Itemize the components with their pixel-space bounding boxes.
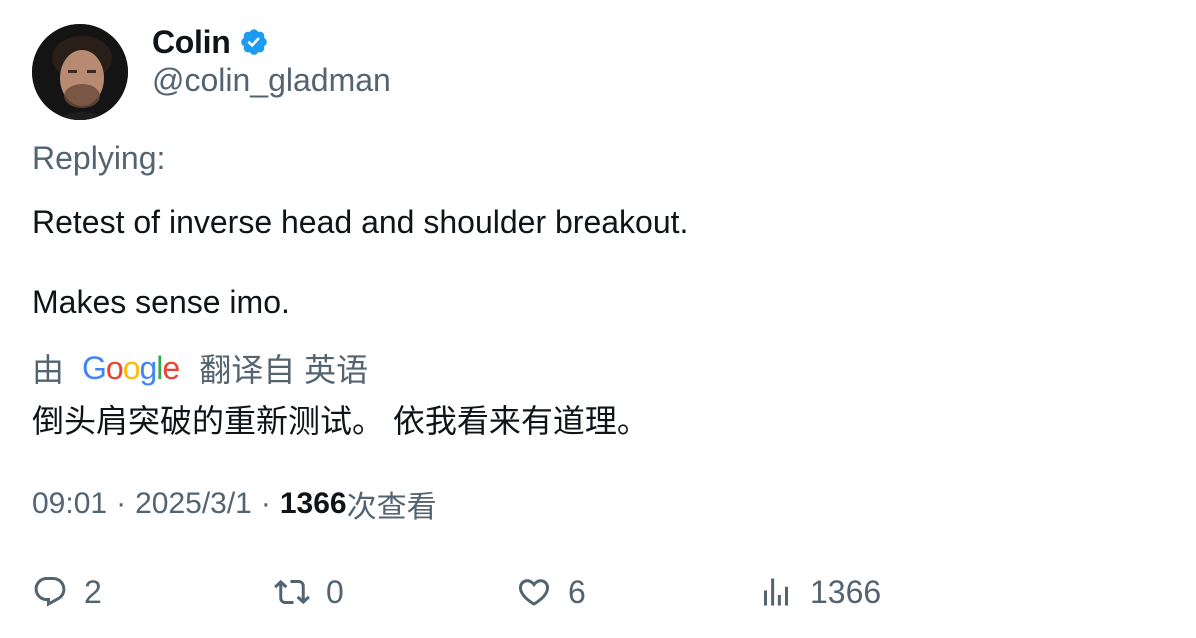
reply-count: 2 bbox=[84, 573, 102, 610]
replying-label: Replying: bbox=[32, 140, 166, 176]
analytics-icon bbox=[758, 574, 794, 610]
meta-separator: · bbox=[116, 487, 127, 520]
tweet-time[interactable]: 09:01 bbox=[32, 487, 107, 521]
reply-button[interactable]: 2 bbox=[32, 570, 102, 614]
reply-icon bbox=[32, 574, 68, 610]
translation-by-label: 由 bbox=[32, 352, 65, 388]
author-handle[interactable]: @colin_gladman bbox=[152, 62, 391, 99]
author-name-row: Colin bbox=[152, 22, 269, 62]
retweet-button[interactable]: 0 bbox=[274, 570, 344, 614]
tweet-text-line: Makes sense imo. bbox=[32, 284, 290, 320]
like-button[interactable]: 6 bbox=[516, 570, 586, 614]
action-bar: 2 0 6 1366 bbox=[32, 570, 1164, 614]
meta-views-label: 次查看 bbox=[346, 491, 437, 524]
tweet-meta: 09:01 · 2025/3/1 · 1366 次查看 bbox=[32, 484, 437, 524]
tweet-text: Retest of inverse head and shoulder brea… bbox=[32, 202, 688, 322]
avatar[interactable] bbox=[32, 24, 128, 120]
avatar-image bbox=[32, 24, 128, 120]
retweet-count: 0 bbox=[326, 573, 344, 610]
like-count: 6 bbox=[568, 573, 586, 610]
translation-attribution: 由 Google 翻译自 英语 bbox=[32, 348, 369, 389]
heart-icon bbox=[516, 574, 552, 610]
views-button[interactable]: 1366 bbox=[758, 570, 881, 614]
verified-badge-icon bbox=[239, 27, 269, 57]
translated-text: 倒头肩突破的重新测试。 依我看来有道理。 bbox=[32, 403, 649, 439]
translated-from-label: 翻译自 英语 bbox=[199, 352, 369, 388]
meta-separator: · bbox=[260, 487, 271, 520]
tweet-date[interactable]: 2025/3/1 bbox=[135, 487, 252, 521]
author-display-name[interactable]: Colin bbox=[152, 24, 231, 61]
meta-views-count: 1366 bbox=[279, 487, 347, 520]
retweet-icon bbox=[274, 574, 310, 610]
views-count: 1366 bbox=[810, 573, 882, 610]
google-logo[interactable]: Google bbox=[82, 350, 180, 387]
tweet-text-line: Retest of inverse head and shoulder brea… bbox=[32, 204, 689, 240]
